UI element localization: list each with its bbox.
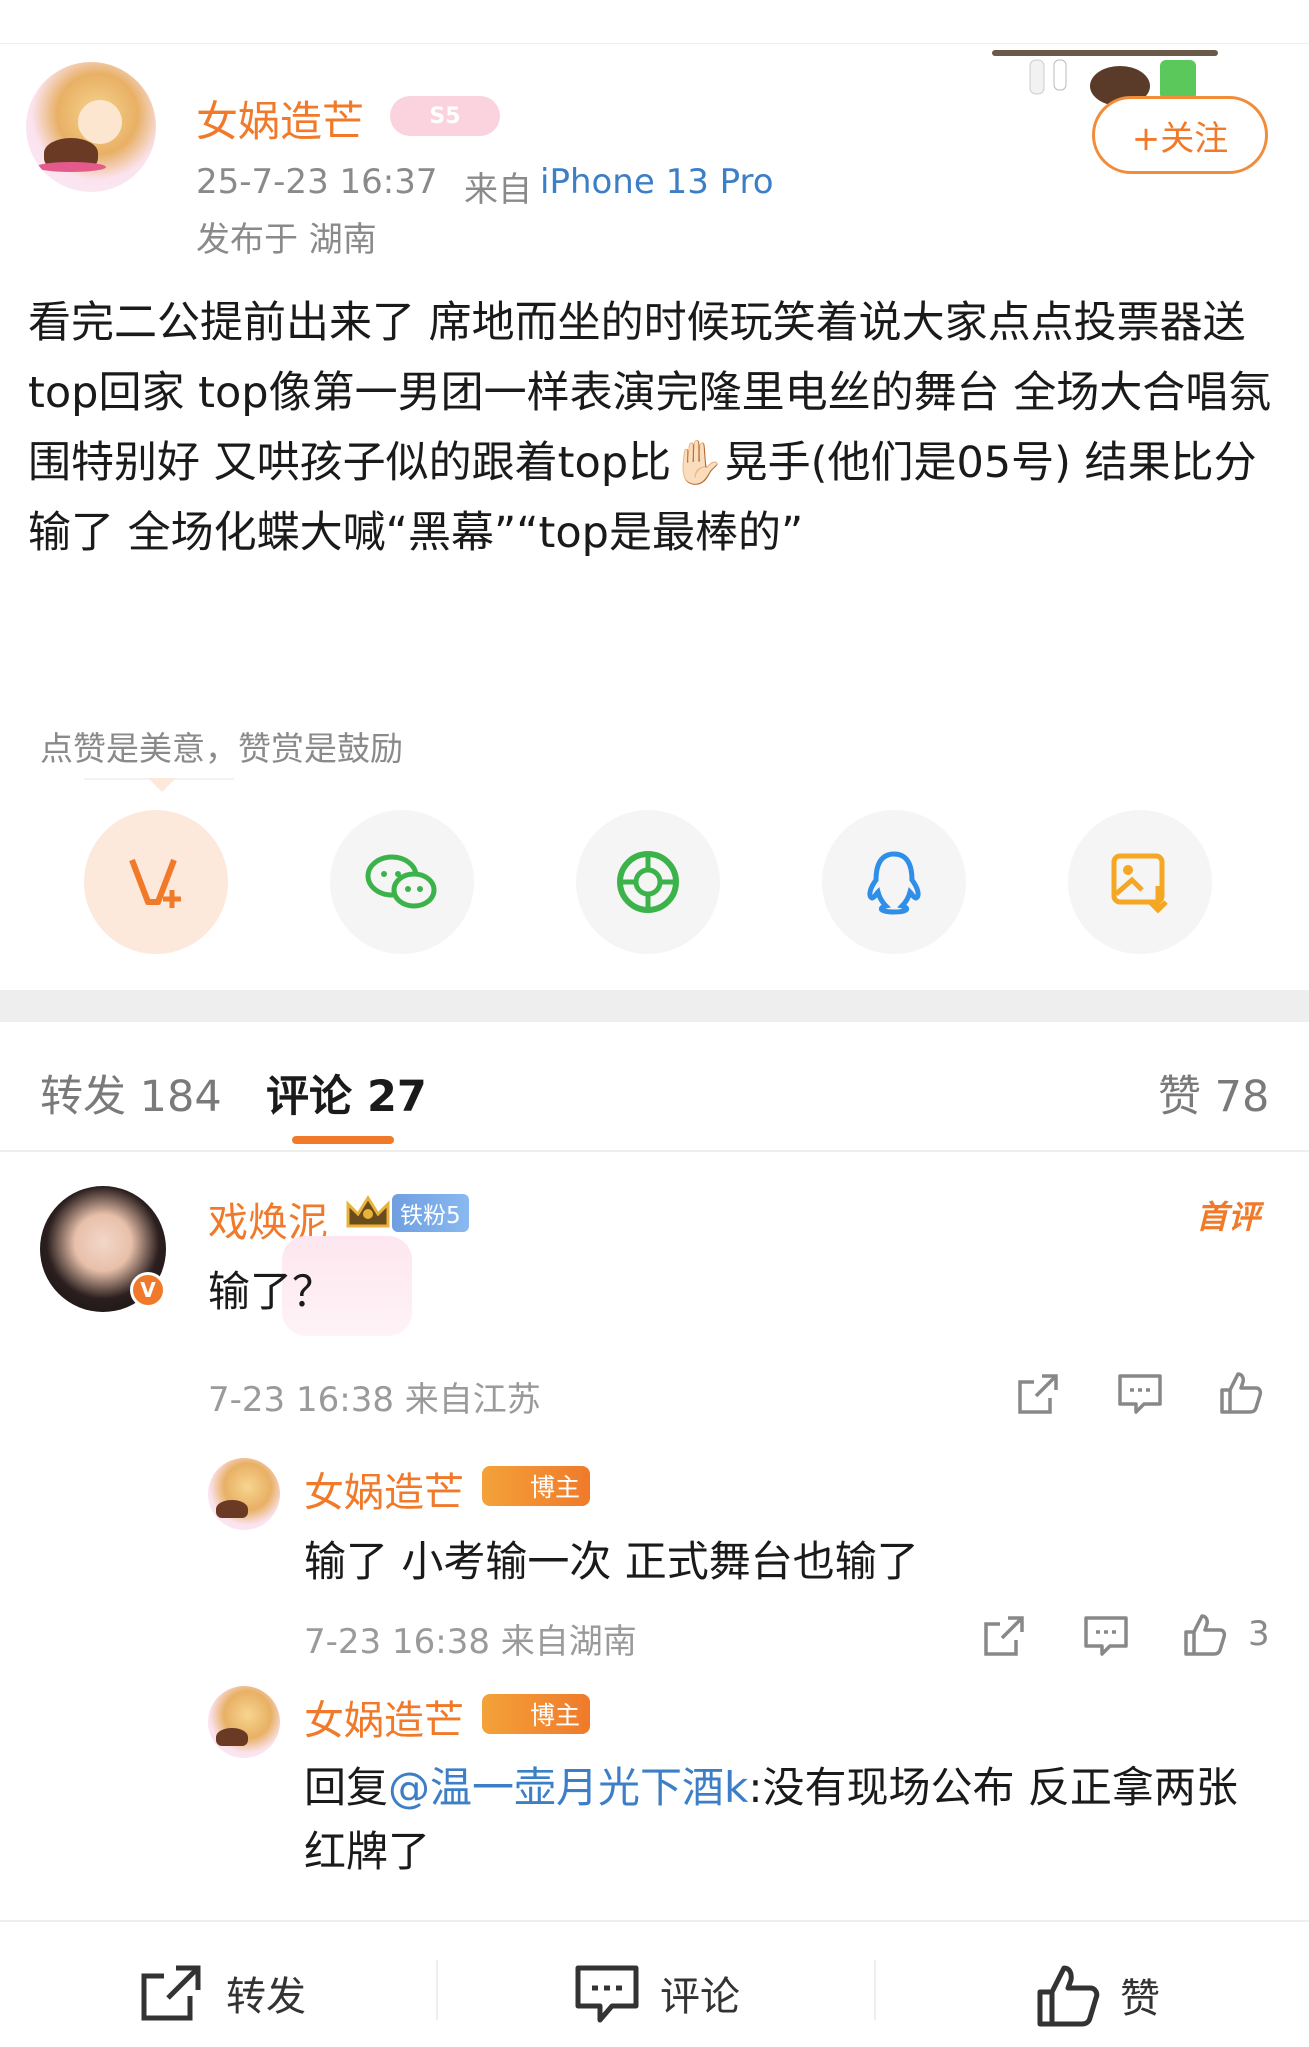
save-image-button[interactable] bbox=[1068, 810, 1212, 954]
post-timestamp: 25-7-23 16:37 bbox=[196, 162, 438, 202]
comment-icon bbox=[575, 1965, 639, 2023]
blogger-badge: 博主 bbox=[482, 1466, 591, 1506]
tab-repost[interactable]: 转发 184 bbox=[40, 1062, 222, 1124]
post-location: 发布于 湖南 bbox=[196, 220, 377, 260]
bottom-like-button[interactable]: 赞 bbox=[1034, 1962, 1160, 2028]
follow-button[interactable]: +关注 bbox=[1092, 96, 1268, 174]
reply-meta: 7-23 16:38 来自湖南 bbox=[304, 1622, 637, 1662]
like-icon bbox=[1037, 1965, 1100, 2027]
reply-repost-icon[interactable] bbox=[980, 1612, 1028, 1660]
comment-like-icon[interactable] bbox=[1216, 1368, 1264, 1416]
reply-text: 输了 小考输一次 正式舞台也输了 bbox=[304, 1537, 919, 1586]
mention-link[interactable]: @温一壶月光下酒k bbox=[388, 1763, 748, 1812]
post-author-name[interactable]: 女娲造芒 bbox=[196, 88, 364, 149]
comment-meta: 7-23 16:38 来自江苏 bbox=[208, 1380, 541, 1420]
reward-button[interactable] bbox=[84, 810, 228, 954]
post-device[interactable]: iPhone 13 Pro bbox=[540, 162, 774, 202]
comment-reply-icon[interactable] bbox=[1116, 1370, 1164, 1418]
tab-likes[interactable]: 赞 78 bbox=[1158, 1062, 1269, 1124]
share-wechat-button[interactable] bbox=[330, 810, 474, 954]
wechat-icon bbox=[365, 854, 437, 909]
tab-active-indicator bbox=[292, 1136, 394, 1144]
qq-icon bbox=[867, 851, 921, 915]
moments-icon bbox=[617, 851, 679, 913]
reply-text: 回复@温一壶月光下酒k:没有现场公布 反正拿两张红牌了 bbox=[304, 1756, 1264, 1884]
blogger-badge: 博主 bbox=[482, 1694, 591, 1734]
tab-comments[interactable]: 评论 27 bbox=[266, 1062, 427, 1124]
bottom-repost-button[interactable]: 转发 bbox=[136, 1962, 306, 2024]
crown-badge-icon bbox=[346, 1195, 390, 1228]
reply-author-name[interactable]: 女娲造芒 bbox=[304, 1460, 464, 1518]
reply-author-avatar[interactable] bbox=[208, 1458, 280, 1530]
bottom-divider bbox=[436, 1960, 438, 2020]
bottom-like-label: 赞 bbox=[1120, 1976, 1160, 2022]
share-moments-button[interactable] bbox=[576, 810, 720, 954]
bottom-repost-label: 转发 bbox=[226, 1974, 306, 2020]
reply-comment-icon[interactable] bbox=[1082, 1612, 1130, 1660]
reply-prefix: 回复 bbox=[304, 1763, 389, 1812]
reward-v-icon bbox=[129, 858, 181, 908]
fan-level-badge: 铁粉5 bbox=[392, 1194, 469, 1232]
status-bar-remnant bbox=[0, 0, 1309, 44]
reply-author-avatar[interactable] bbox=[208, 1686, 280, 1758]
reply-author-name[interactable]: 女娲造芒 bbox=[304, 1688, 464, 1746]
post-source-prefix: 来自 bbox=[464, 170, 532, 210]
bottom-comment-label: 评论 bbox=[660, 1974, 740, 2020]
repost-icon bbox=[141, 1965, 201, 2021]
reply-like-icon[interactable] bbox=[1180, 1610, 1228, 1658]
vip-badge: S5 bbox=[390, 96, 500, 136]
first-comment-badge: 首评 bbox=[1196, 1198, 1261, 1236]
hint-arrow bbox=[148, 778, 176, 792]
verified-icon: V bbox=[130, 1272, 166, 1308]
section-separator bbox=[0, 990, 1309, 1022]
reward-hint: 点赞是美意，赞赏是鼓励 bbox=[40, 729, 403, 768]
post-author-avatar[interactable] bbox=[26, 62, 156, 192]
share-qq-button[interactable] bbox=[822, 810, 966, 954]
comment-text: 输了？ bbox=[208, 1267, 335, 1316]
tabs-divider bbox=[0, 1150, 1309, 1152]
comment-repost-icon[interactable] bbox=[1014, 1370, 1062, 1418]
bottom-divider bbox=[874, 1960, 876, 2020]
bottom-comment-button[interactable]: 评论 bbox=[574, 1962, 740, 2024]
post-body-text: 看完二公提前出来了 席地而坐的时候玩笑着说大家点点投票器送top回家 top像第… bbox=[28, 298, 1272, 558]
save-image-icon bbox=[1111, 853, 1168, 914]
reply-like-count: 3 bbox=[1248, 1614, 1270, 1654]
